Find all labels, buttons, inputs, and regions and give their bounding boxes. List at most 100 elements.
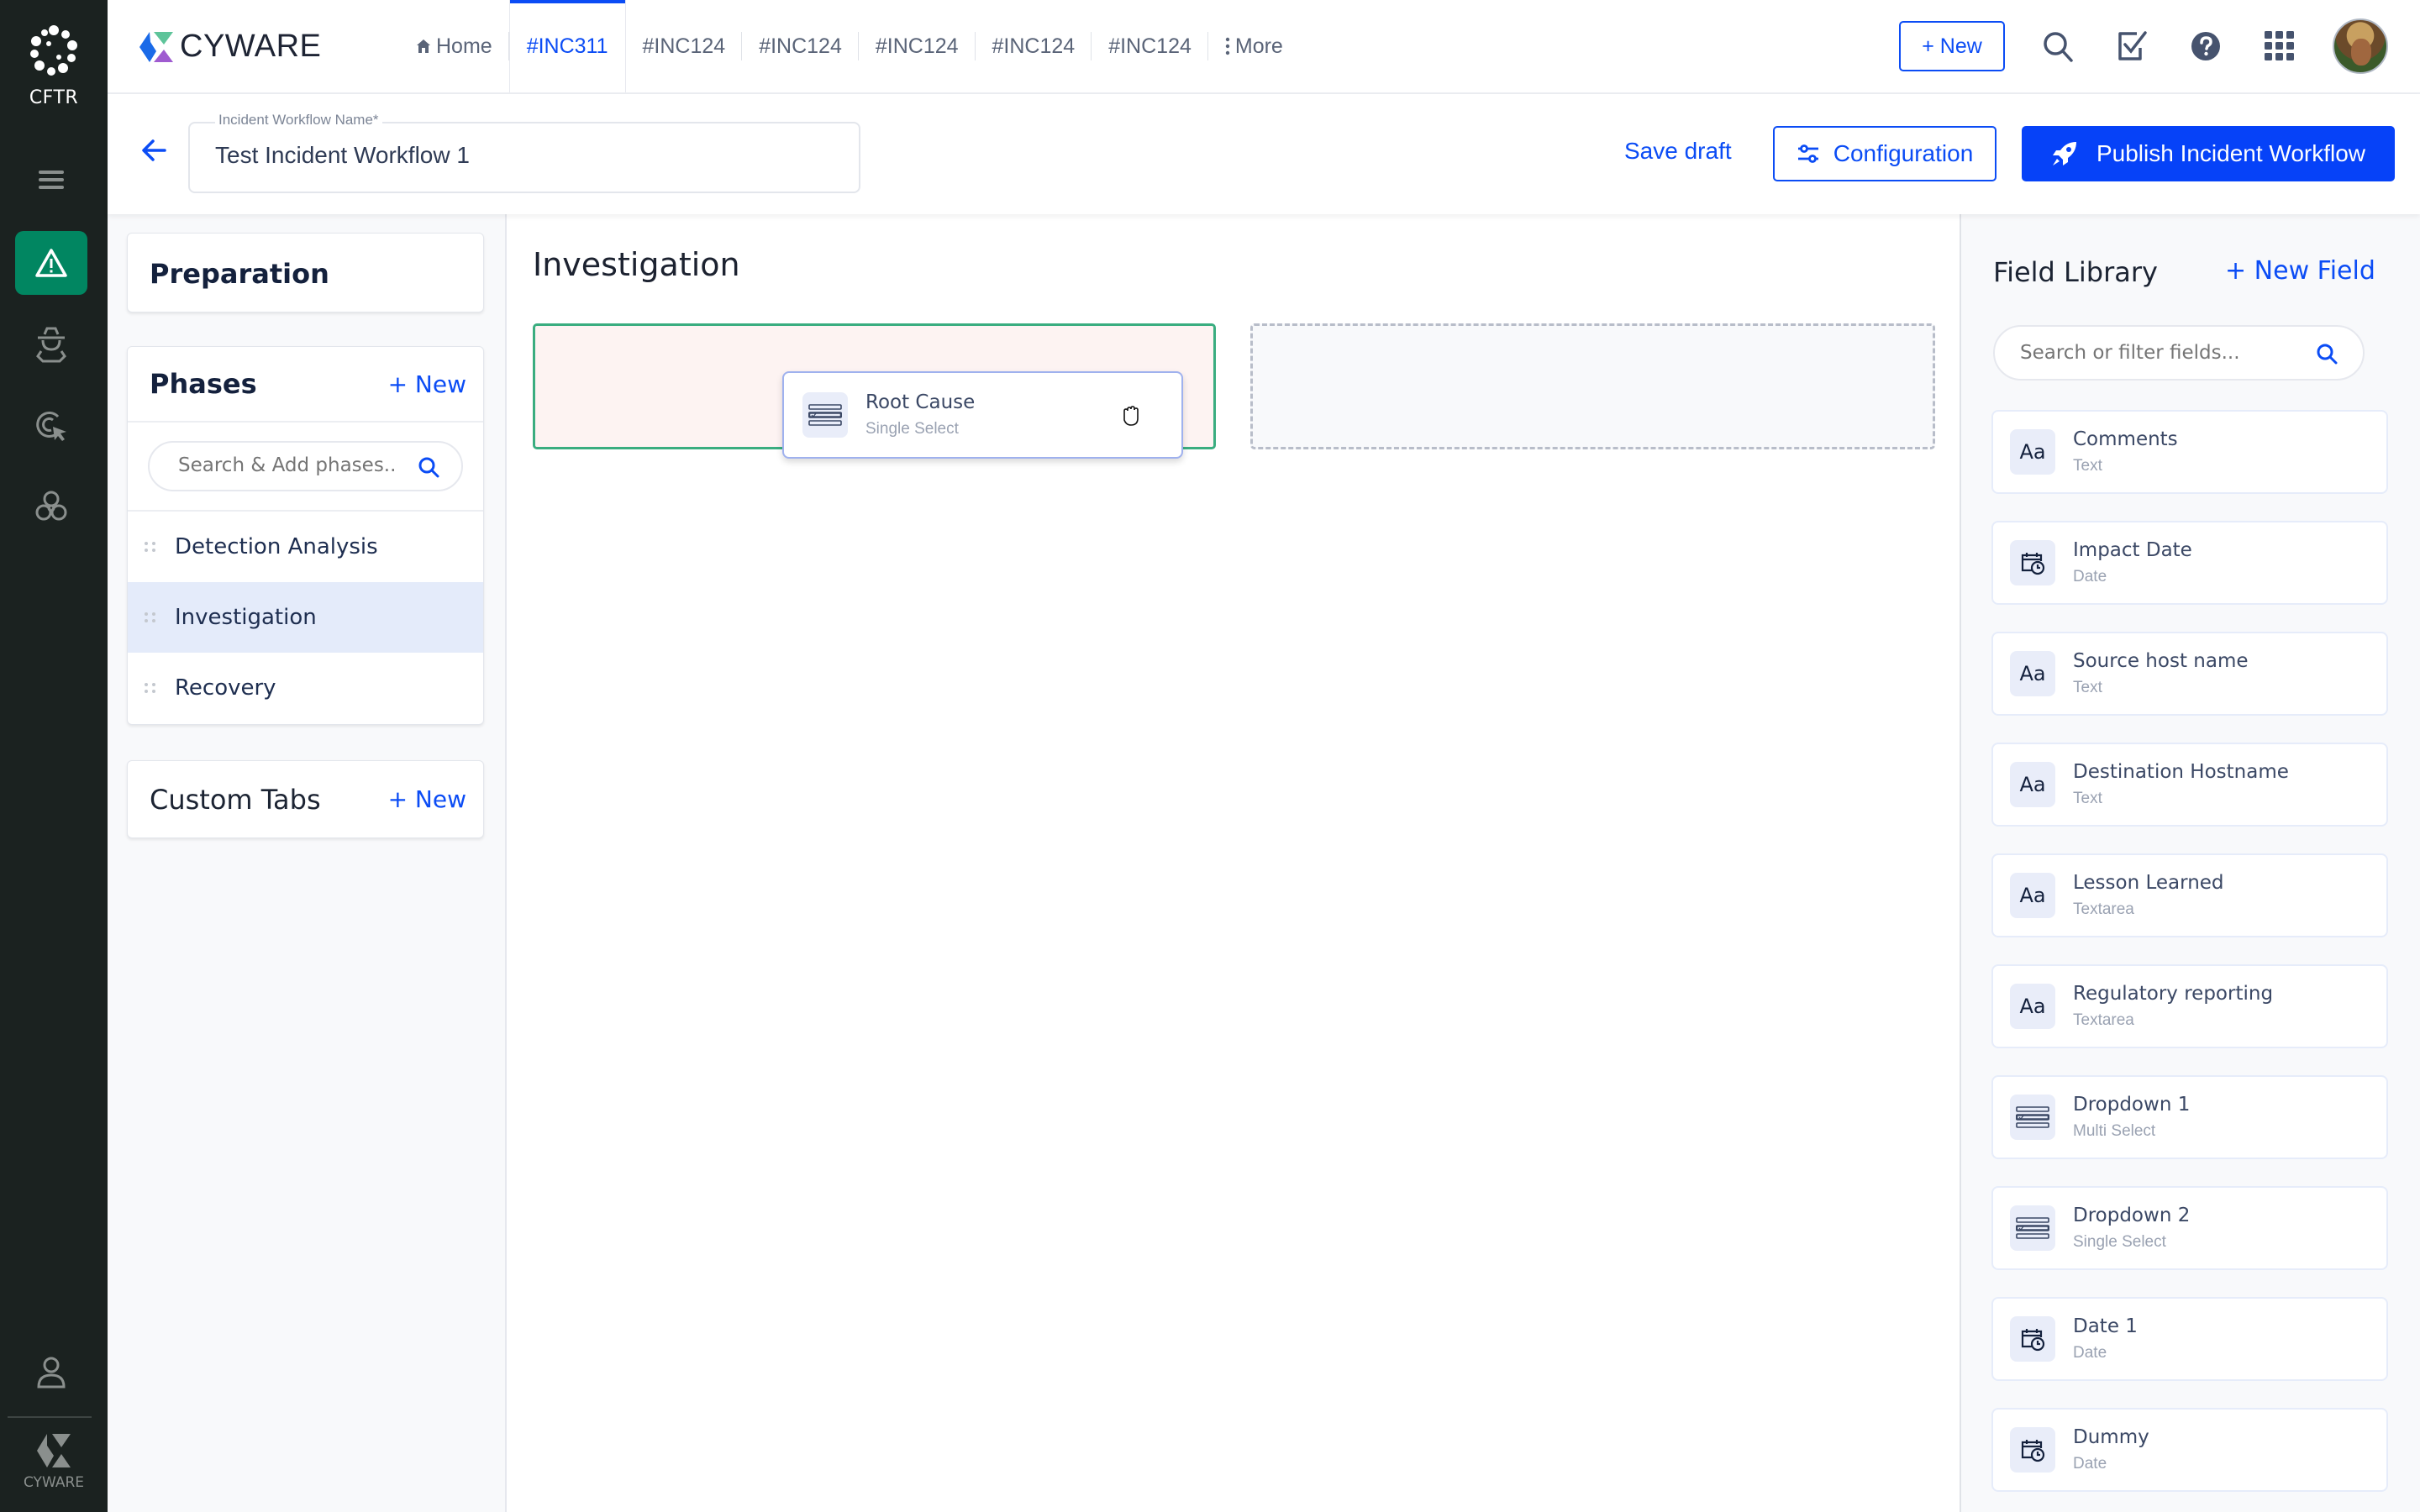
nav-incidents[interactable] bbox=[15, 231, 87, 295]
tab-inc124[interactable]: #INC124 bbox=[976, 0, 1092, 92]
field-name: Dummy bbox=[2073, 1426, 2149, 1448]
field-item-dropdown-2[interactable]: Dropdown 2 Single Select bbox=[1991, 1186, 2388, 1270]
nav-malware[interactable] bbox=[15, 475, 87, 538]
brand-name: CFTR bbox=[29, 87, 79, 108]
tab-label: #INC124 bbox=[992, 34, 1076, 58]
field-item-dropdown-1[interactable]: Dropdown 1 Multi Select bbox=[1991, 1075, 2388, 1159]
field-name: Dropdown 1 bbox=[2073, 1094, 2191, 1116]
phases-title: Phases bbox=[150, 368, 257, 400]
field-type-badge bbox=[2010, 1316, 2055, 1362]
footer-brand-name: CYWARE bbox=[23, 1474, 85, 1491]
incident-alert-icon bbox=[35, 249, 67, 277]
tab-inc124[interactable]: #INC124 bbox=[626, 0, 743, 92]
new-button[interactable]: + New bbox=[1899, 21, 2005, 71]
drag-handle-icon[interactable] bbox=[145, 612, 156, 622]
field-item-dummy[interactable]: Dummy Date bbox=[1991, 1408, 2388, 1492]
field-item-date-1[interactable]: Date 1 Date bbox=[1991, 1297, 2388, 1381]
field-search-button[interactable] bbox=[2316, 343, 2338, 368]
more-vertical-icon bbox=[1225, 37, 1230, 55]
field-type-badge bbox=[2010, 1205, 2055, 1251]
field-name: Dropdown 2 bbox=[2073, 1205, 2191, 1226]
tab-home[interactable]: Home bbox=[399, 0, 509, 92]
phase-label: Detection Analysis bbox=[175, 534, 378, 559]
field-item-comments[interactable]: Aa Comments Text bbox=[1991, 410, 2388, 494]
global-search-button[interactable] bbox=[2037, 25, 2079, 67]
tasks-button[interactable] bbox=[2111, 25, 2153, 67]
drag-handle-icon[interactable] bbox=[145, 542, 156, 552]
help-icon bbox=[2191, 32, 2220, 60]
field-item-lesson-learned[interactable]: Aa Lesson Learned Textarea bbox=[1991, 853, 2388, 937]
apps-grid-icon bbox=[2265, 31, 2294, 60]
tasks-icon bbox=[2118, 31, 2147, 60]
tab-label: #INC311 bbox=[526, 34, 608, 58]
phase-search-button[interactable] bbox=[418, 456, 439, 481]
field-type-badge bbox=[2010, 1095, 2055, 1140]
tab-inc124[interactable]: #INC124 bbox=[859, 0, 976, 92]
phase-item-investigation[interactable]: Investigation bbox=[128, 582, 483, 653]
preparation-card[interactable]: Preparation bbox=[127, 233, 484, 312]
workflow-header: Incident Workflow Name* Save draft Confi… bbox=[108, 94, 2420, 214]
home-icon bbox=[417, 39, 430, 53]
tab-inc124[interactable]: #INC124 bbox=[1092, 0, 1208, 92]
field-name: Regulatory reporting bbox=[2073, 983, 2274, 1005]
nav-targets[interactable] bbox=[15, 393, 87, 457]
new-custom-tab-button[interactable]: + New bbox=[388, 785, 466, 813]
publish-workflow-button[interactable]: Publish Incident Workflow bbox=[2022, 126, 2395, 181]
phase-item-recovery[interactable]: Recovery bbox=[128, 653, 483, 723]
configuration-label: Configuration bbox=[1833, 140, 1974, 166]
field-name: Lesson Learned bbox=[2073, 872, 2224, 894]
menu-toggle[interactable] bbox=[39, 171, 64, 193]
left-rail: CFTR CYWARE bbox=[0, 0, 108, 1512]
drag-handle-icon[interactable] bbox=[145, 683, 156, 693]
field-search-input[interactable] bbox=[2020, 342, 2306, 364]
tab-label: #INC124 bbox=[1108, 34, 1192, 58]
field-type: Text bbox=[2073, 679, 2102, 696]
help-button[interactable] bbox=[2185, 25, 2227, 67]
workflow-name-input[interactable] bbox=[215, 142, 820, 169]
field-type: Textarea bbox=[2073, 1011, 2134, 1029]
preparation-title: Preparation bbox=[150, 258, 329, 290]
user-settings-icon bbox=[37, 1357, 66, 1389]
field-type-badge: Aa bbox=[2010, 873, 2055, 918]
save-draft-button[interactable]: Save draft bbox=[1624, 138, 1732, 165]
workflow-name-field: Incident Workflow Name* bbox=[188, 112, 860, 193]
tab-label: More bbox=[1234, 34, 1283, 58]
dragging-field-card[interactable]: Root Cause Single Select bbox=[782, 371, 1183, 459]
new-phase-button[interactable]: + New bbox=[388, 370, 466, 398]
field-item-regulatory-reporting[interactable]: Aa Regulatory reporting Textarea bbox=[1991, 964, 2388, 1048]
apps-button[interactable] bbox=[2259, 25, 2301, 67]
field-item-source-host-name[interactable]: Aa Source host name Text bbox=[1991, 632, 2388, 716]
field-item-destination-hostname[interactable]: Aa Destination Hostname Text bbox=[1991, 743, 2388, 827]
configuration-button[interactable]: Configuration bbox=[1773, 126, 1996, 181]
drop-zone-empty[interactable] bbox=[1250, 323, 1935, 449]
field-type-badge bbox=[2010, 540, 2055, 585]
phase-label: Investigation bbox=[175, 605, 317, 630]
cyware-logo[interactable]: CYWARE bbox=[139, 29, 321, 65]
field-type-badge: Aa bbox=[2010, 984, 2055, 1029]
new-field-button[interactable]: + New Field bbox=[2225, 256, 2375, 286]
field-search bbox=[1993, 325, 2365, 381]
back-button[interactable] bbox=[141, 138, 166, 166]
field-library-title: Field Library bbox=[1993, 256, 2158, 288]
text-field-icon: Aa bbox=[2019, 773, 2046, 796]
custom-tabs-title: Custom Tabs bbox=[150, 783, 321, 816]
field-name: Destination Hostname bbox=[2073, 761, 2289, 783]
product-brand[interactable]: CFTR bbox=[0, 24, 108, 108]
text-field-icon: Aa bbox=[2019, 995, 2046, 1018]
field-library-panel: Field Library + New Field Aa Comments Te… bbox=[1960, 214, 2420, 1512]
field-type: Date bbox=[2073, 568, 2107, 585]
nav-threat-actors[interactable] bbox=[15, 312, 87, 376]
nav-user-settings[interactable] bbox=[15, 1339, 87, 1403]
arrow-left-icon bbox=[142, 139, 166, 161]
user-avatar[interactable] bbox=[2333, 18, 2388, 74]
tab-more[interactable]: More bbox=[1208, 0, 1300, 92]
tab-inc311[interactable]: #INC311 bbox=[508, 0, 626, 92]
tab-label: #INC124 bbox=[759, 34, 842, 58]
field-type-badge bbox=[802, 392, 848, 438]
field-item-impact-date[interactable]: Impact Date Date bbox=[1991, 521, 2388, 605]
phase-item-detection-analysis[interactable]: Detection Analysis bbox=[128, 512, 483, 582]
field-list: Aa Comments Text Impact Date Date Aa Sou… bbox=[1991, 410, 2388, 1512]
tab-inc124[interactable]: #INC124 bbox=[742, 0, 859, 92]
calendar-clock-icon bbox=[2021, 1329, 2045, 1352]
phase-search-input[interactable] bbox=[178, 454, 405, 476]
